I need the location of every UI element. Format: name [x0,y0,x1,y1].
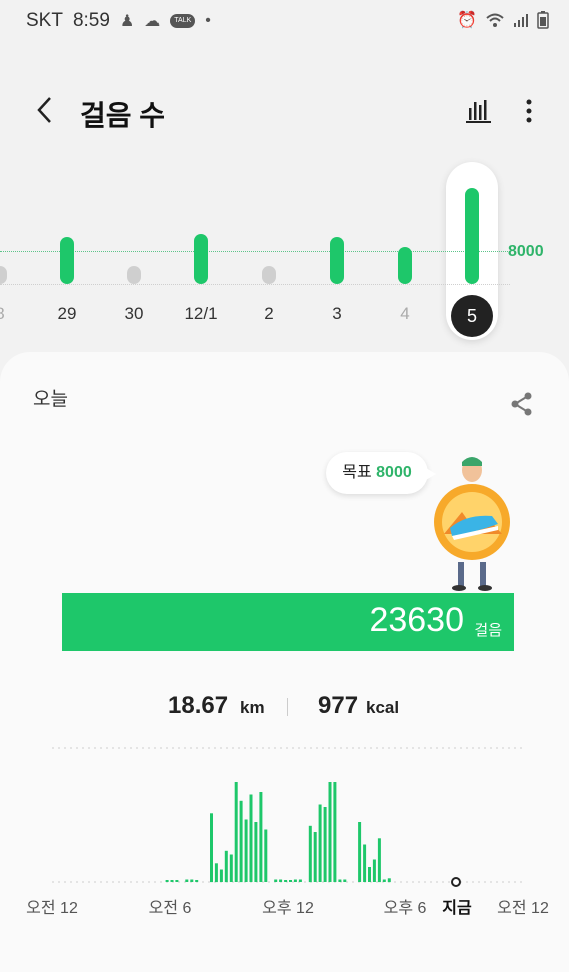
hourly-bar [249,794,253,882]
day-bar[interactable] [0,266,7,284]
hourly-bar [377,838,381,883]
person-icon: ♟ [119,13,135,30]
hourly-bar [368,867,371,882]
today-card: 오늘 목표 8000 23630 걸음 18.67 km 977 kcal 오전… [0,352,569,972]
hourly-bar [289,880,292,882]
day-bar[interactable] [60,236,74,284]
carrier-label: SKT [26,10,63,31]
talk-icon: TALK [170,14,196,28]
hourly-bar [185,879,189,882]
steps-unit: 걸음 [474,622,502,639]
hourly-bar [214,863,218,883]
goal-value: 8000 [376,464,412,481]
hourly-bar [284,880,288,882]
hourly-bar [175,880,179,882]
hourly-bar [387,878,391,883]
hourly-bar [293,879,297,882]
hourly-bar [219,869,223,882]
hourly-bar [372,859,376,882]
hourly-bar [190,879,194,882]
hourly-bars [52,747,526,887]
hourly-bar [274,879,278,882]
hourly-bar [264,829,268,882]
signal-icon [514,14,528,27]
day-bar[interactable] [262,266,276,284]
share-icon[interactable] [508,390,536,418]
base-line [0,284,510,285]
bar-chart-icon[interactable] [464,96,494,126]
day-bar[interactable] [127,266,141,284]
clock: 8:59 [72,10,110,31]
hourly-bar [239,800,243,883]
hourly-bar [363,844,367,882]
hourly-bar [298,879,302,882]
day-label-selected[interactable]: 5 [451,295,493,337]
day-label[interactable]: 8 [0,304,30,324]
distance-value: 18.67 [168,692,229,719]
day-label[interactable]: 2 [239,304,299,324]
day-bar[interactable] [465,188,479,284]
hourly-bar [244,819,248,882]
chevron-left-icon[interactable] [30,92,60,128]
goal-bubble: 목표 8000 [326,452,436,494]
hourly-bar [343,879,347,882]
steps-progress-bar: 23630 걸음 [62,593,514,651]
hourly-bar [195,880,199,882]
hourly-bar [165,880,169,882]
hourly-bar [254,822,258,882]
hourly-bar [338,879,342,882]
wifi-icon [486,13,504,27]
dot-icon: • [205,12,211,29]
day-label[interactable]: 3 [307,304,367,324]
hourly-bar [328,782,332,882]
more-vertical-icon[interactable] [516,96,542,126]
distance-unit: km [240,698,265,717]
hourly-axis-label: 오전 6 [148,900,192,917]
hourly-bar [259,792,263,882]
hourly-axis-label: 오전 12 [26,900,78,917]
day-label[interactable]: 4 [375,304,435,324]
page-title: 걸음 수 [80,100,166,131]
daily-steps-strip[interactable]: 8000 8 29 30 12/1 2345 [0,160,569,350]
day-label[interactable]: 12/1 [171,304,231,324]
steps-count: 23630 [369,601,464,639]
hourly-bar [308,825,312,883]
day-label[interactable]: 29 [37,304,97,324]
hourly-bar [358,822,362,882]
alarm-icon: ⏰ [457,12,477,29]
hourly-axis-label: 지금 [442,900,472,917]
now-marker [451,877,461,887]
goal-line-label: 8000 [508,243,544,260]
status-bar: SKT 8:59 ♟ ☁ TALK • ⏰ [0,0,569,44]
day-label[interactable]: 30 [104,304,164,324]
hourly-bar [313,832,317,882]
hourly-bar [279,879,283,882]
day-bar[interactable] [398,246,412,284]
hourly-bar [210,813,213,883]
hourly-bar [170,880,174,882]
stats-divider [287,698,288,716]
hourly-axis-label: 오후 12 [262,900,314,917]
calories-unit: kcal [366,698,400,717]
hourly-bar [234,782,238,882]
today-heading: 오늘 [33,389,68,410]
hourly-bar [229,854,233,882]
mascot-illustration [434,457,510,591]
hourly-bar [382,879,386,882]
goal-line [0,251,510,252]
hourly-bar [318,804,322,882]
hourly-axis-label: 오전 12 [497,900,549,917]
hourly-bar [224,850,228,883]
hourly-bar [333,782,337,882]
stats-row: 18.67 km 977 kcal [0,688,569,728]
app-header: 걸음 수 [0,80,569,144]
day-bar[interactable] [330,236,344,284]
day-bar[interactable] [194,234,208,284]
cloud-icon: ☁ [144,13,161,30]
hourly-bar [323,807,327,882]
hourly-steps-chart: 오전 12 오전 6 오후 12 오후 6 지금 오전 12 [0,742,569,922]
battery-icon [537,11,549,29]
calories-value: 977 [318,692,359,719]
goal-prefix: 목표 [342,464,372,481]
